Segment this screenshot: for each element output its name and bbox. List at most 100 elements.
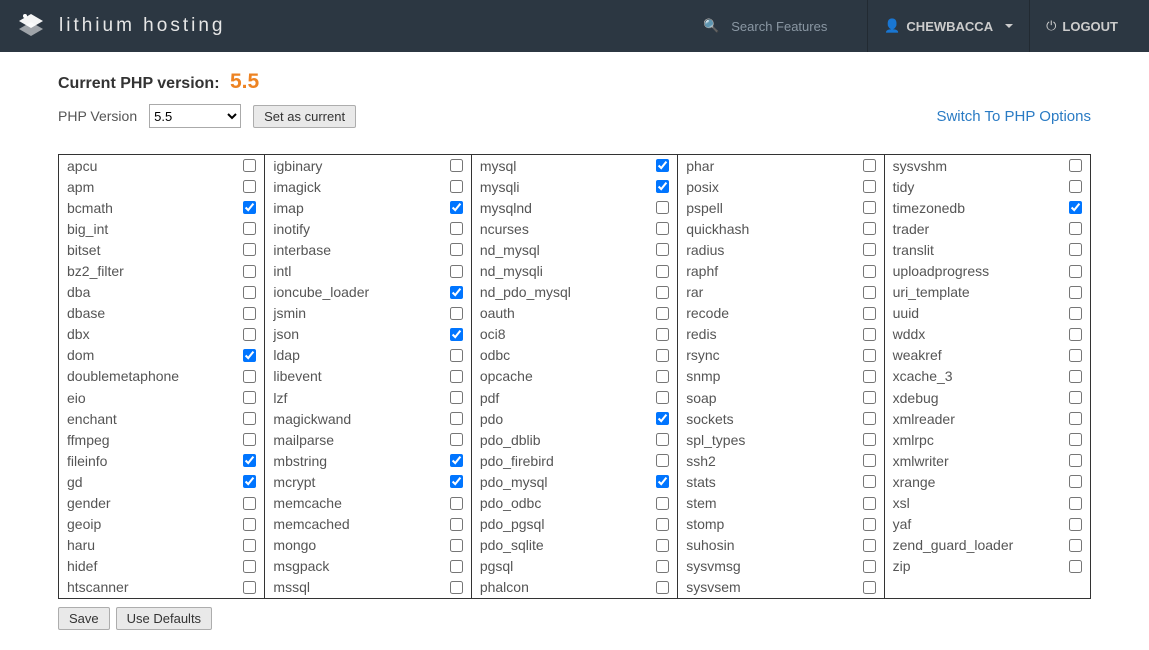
extension-checkbox[interactable]	[656, 307, 669, 320]
extension-checkbox[interactable]	[243, 286, 256, 299]
switch-to-php-options-link[interactable]: Switch To PHP Options	[936, 108, 1091, 125]
extension-checkbox[interactable]	[863, 391, 876, 404]
extension-checkbox[interactable]	[863, 412, 876, 425]
extension-checkbox[interactable]	[1069, 349, 1082, 362]
extension-checkbox[interactable]	[1069, 497, 1082, 510]
extension-checkbox[interactable]	[1069, 560, 1082, 573]
extension-checkbox[interactable]	[656, 412, 669, 425]
extension-checkbox[interactable]	[1069, 159, 1082, 172]
extension-checkbox[interactable]	[863, 497, 876, 510]
extension-checkbox[interactable]	[656, 454, 669, 467]
extension-checkbox[interactable]	[243, 159, 256, 172]
extension-checkbox[interactable]	[1069, 370, 1082, 383]
extension-checkbox[interactable]	[243, 328, 256, 341]
extension-checkbox[interactable]	[450, 391, 463, 404]
extension-checkbox[interactable]	[863, 539, 876, 552]
extension-checkbox[interactable]	[863, 454, 876, 467]
extension-checkbox[interactable]	[243, 497, 256, 510]
extension-checkbox[interactable]	[450, 180, 463, 193]
extension-checkbox[interactable]	[863, 581, 876, 594]
extension-checkbox[interactable]	[450, 518, 463, 531]
extension-checkbox[interactable]	[243, 349, 256, 362]
extension-checkbox[interactable]	[863, 328, 876, 341]
extension-checkbox[interactable]	[243, 433, 256, 446]
extension-checkbox[interactable]	[656, 328, 669, 341]
extension-checkbox[interactable]	[1069, 222, 1082, 235]
extension-checkbox[interactable]	[656, 560, 669, 573]
extension-checkbox[interactable]	[656, 539, 669, 552]
extension-checkbox[interactable]	[863, 265, 876, 278]
use-defaults-button[interactable]: Use Defaults	[116, 607, 212, 630]
extension-checkbox[interactable]	[656, 201, 669, 214]
extension-checkbox[interactable]	[243, 243, 256, 256]
extension-checkbox[interactable]	[1069, 454, 1082, 467]
extension-checkbox[interactable]	[450, 370, 463, 383]
extension-checkbox[interactable]	[243, 180, 256, 193]
extension-checkbox[interactable]	[243, 265, 256, 278]
extension-checkbox[interactable]	[656, 349, 669, 362]
extension-checkbox[interactable]	[450, 307, 463, 320]
extension-checkbox[interactable]	[243, 391, 256, 404]
extension-checkbox[interactable]	[656, 180, 669, 193]
extension-checkbox[interactable]	[656, 433, 669, 446]
extension-checkbox[interactable]	[243, 539, 256, 552]
extension-checkbox[interactable]	[450, 349, 463, 362]
extension-checkbox[interactable]	[450, 222, 463, 235]
extension-checkbox[interactable]	[863, 560, 876, 573]
brand[interactable]: lithium hosting	[15, 10, 225, 42]
extension-checkbox[interactable]	[863, 518, 876, 531]
extension-checkbox[interactable]	[863, 180, 876, 193]
extension-checkbox[interactable]	[1069, 412, 1082, 425]
extension-checkbox[interactable]	[243, 475, 256, 488]
extension-checkbox[interactable]	[450, 497, 463, 510]
extension-checkbox[interactable]	[863, 307, 876, 320]
extension-checkbox[interactable]	[450, 328, 463, 341]
extension-checkbox[interactable]	[243, 581, 256, 594]
extension-checkbox[interactable]	[863, 222, 876, 235]
extension-checkbox[interactable]	[863, 433, 876, 446]
extension-checkbox[interactable]	[243, 454, 256, 467]
save-button[interactable]: Save	[58, 607, 110, 630]
extension-checkbox[interactable]	[863, 243, 876, 256]
extension-checkbox[interactable]	[1069, 180, 1082, 193]
extension-checkbox[interactable]	[450, 412, 463, 425]
extension-checkbox[interactable]	[863, 475, 876, 488]
extension-checkbox[interactable]	[243, 201, 256, 214]
logout-button[interactable]: ⏻ LOGOUT	[1029, 0, 1134, 52]
extension-checkbox[interactable]	[450, 286, 463, 299]
extension-checkbox[interactable]	[1069, 539, 1082, 552]
extension-checkbox[interactable]	[656, 286, 669, 299]
extension-checkbox[interactable]	[1069, 391, 1082, 404]
extension-checkbox[interactable]	[1069, 328, 1082, 341]
user-menu[interactable]: 👤 CHEWBACCA	[867, 0, 1029, 52]
extension-checkbox[interactable]	[1069, 265, 1082, 278]
extension-checkbox[interactable]	[656, 243, 669, 256]
extension-checkbox[interactable]	[450, 475, 463, 488]
extension-checkbox[interactable]	[450, 201, 463, 214]
extension-checkbox[interactable]	[243, 307, 256, 320]
extension-checkbox[interactable]	[863, 201, 876, 214]
extension-checkbox[interactable]	[1069, 475, 1082, 488]
extension-checkbox[interactable]	[243, 370, 256, 383]
extension-checkbox[interactable]	[656, 265, 669, 278]
extension-checkbox[interactable]	[450, 454, 463, 467]
extension-checkbox[interactable]	[1069, 307, 1082, 320]
extension-checkbox[interactable]	[450, 265, 463, 278]
extension-checkbox[interactable]	[656, 391, 669, 404]
extension-checkbox[interactable]	[450, 539, 463, 552]
extension-checkbox[interactable]	[1069, 201, 1082, 214]
extension-checkbox[interactable]	[243, 412, 256, 425]
extension-checkbox[interactable]	[863, 370, 876, 383]
extension-checkbox[interactable]	[243, 222, 256, 235]
extension-checkbox[interactable]	[450, 433, 463, 446]
extension-checkbox[interactable]	[863, 349, 876, 362]
extension-checkbox[interactable]	[656, 370, 669, 383]
extension-checkbox[interactable]	[863, 286, 876, 299]
extension-checkbox[interactable]	[656, 222, 669, 235]
extension-checkbox[interactable]	[450, 560, 463, 573]
extension-checkbox[interactable]	[1069, 286, 1082, 299]
extension-checkbox[interactable]	[450, 581, 463, 594]
extension-checkbox[interactable]	[656, 581, 669, 594]
extension-checkbox[interactable]	[863, 159, 876, 172]
search-box[interactable]: 🔍	[687, 0, 867, 52]
